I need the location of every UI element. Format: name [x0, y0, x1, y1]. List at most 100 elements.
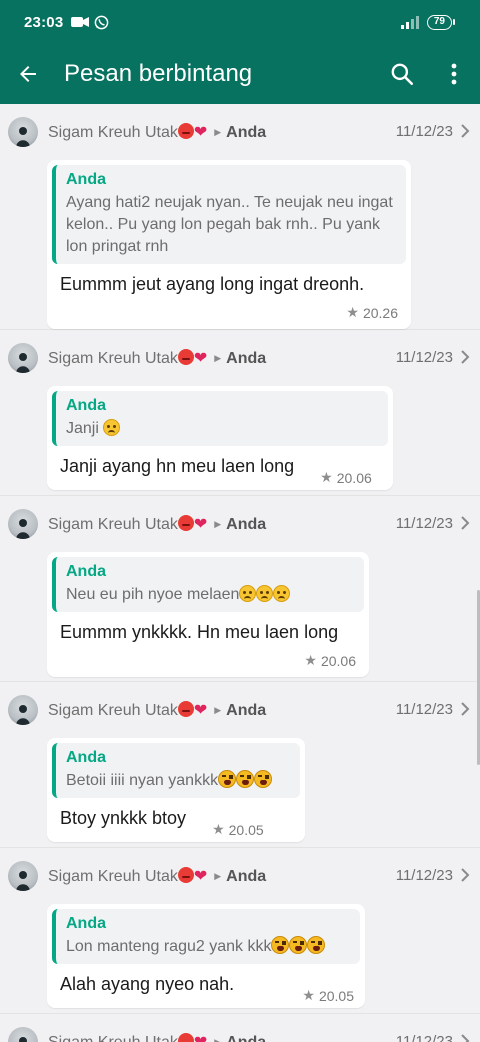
message-header: Sigam Kreuh Utak ❤ ▶ Anda 11/12/23	[0, 1014, 480, 1042]
chevron-right-icon[interactable]	[458, 1032, 472, 1042]
quoted-message[interactable]: Anda Betoii iiii nyan yankkk	[52, 743, 300, 798]
search-icon	[391, 63, 414, 86]
app-bar: Pesan berbintang	[0, 44, 480, 104]
starred-messages-list: Sigam Kreuh Utak ❤ ▶ Anda 11/12/23 Anda Aya…	[0, 104, 480, 1042]
more-options-button[interactable]	[428, 48, 480, 100]
quoted-sender: Anda	[66, 171, 106, 188]
avatar[interactable]	[8, 509, 38, 539]
status-time: 23:03	[24, 13, 64, 31]
chevron-right-icon[interactable]	[458, 866, 472, 884]
red-heart-emoji: ❤	[193, 702, 208, 719]
weary-face-emoji	[307, 936, 326, 954]
message-bubble[interactable]: Anda Lon manteng ragu2 yank kkk Alah aya…	[47, 904, 365, 1008]
recipient-name: Anda	[226, 702, 267, 719]
chevron-right-icon[interactable]	[458, 514, 472, 532]
chevron-right-icon[interactable]	[458, 700, 472, 718]
message-bubble[interactable]: Anda Janji Janji ayang hn meu laen long …	[47, 386, 393, 490]
angry-face-emoji	[177, 123, 194, 139]
message-time: 20.05	[228, 821, 264, 838]
star-icon: ★	[212, 821, 225, 837]
weary-face-emoji	[254, 770, 273, 788]
message-time: 20.06	[320, 652, 356, 669]
recipient-name: Anda	[226, 350, 267, 367]
starred-message-item[interactable]: Sigam Kreuh Utak ❤ ▶ Anda 11/12/23 Anda Jan…	[0, 330, 480, 496]
quoted-text: Lon manteng ragu2 yank kkk	[66, 938, 272, 955]
message-date: 11/12/23	[395, 701, 453, 718]
weary-face-emoji	[218, 770, 237, 788]
quoted-message[interactable]: Anda Ayang hati2 neujak nyan.. Te neujak…	[52, 165, 406, 264]
arrow-right-icon: ▶	[214, 871, 222, 881]
arrow-right-icon: ▶	[214, 519, 222, 529]
arrow-right-icon: ▶	[214, 353, 222, 363]
quoted-sender: Anda	[66, 563, 106, 580]
starred-message-item[interactable]: Sigam Kreuh Utak ❤ ▶ Anda 11/12/23 Anda Lon…	[0, 848, 480, 1014]
quoted-message[interactable]: Anda Neu eu pih nyoe melaen	[52, 557, 364, 612]
back-button[interactable]	[0, 62, 56, 86]
sender-line: Sigam Kreuh Utak ❤ ▶ Anda	[48, 348, 266, 368]
message-text: Eummm ynkkkk. Hn meu laen long	[60, 622, 339, 642]
quoted-sender: Anda	[66, 915, 106, 932]
message-date: 11/12/23	[395, 123, 453, 140]
search-button[interactable]	[376, 48, 428, 100]
avatar[interactable]	[8, 861, 38, 891]
message-bubble[interactable]: Anda Neu eu pih nyoe melaen Eummm ynkkkk…	[47, 552, 369, 677]
quoted-sender: Anda	[66, 749, 106, 766]
recipient-name: Anda	[226, 1034, 266, 1042]
message-meta: ★ 20.06	[304, 652, 356, 669]
starred-message-item[interactable]: Sigam Kreuh Utak ❤ ▶ Anda 11/12/23 Anda Aya…	[0, 104, 480, 330]
chevron-right-icon[interactable]	[458, 122, 472, 140]
quoted-sender: Anda	[66, 397, 106, 414]
sender-name: Sigam Kreuh Utak	[48, 516, 178, 533]
person-silhouette-icon	[19, 1037, 27, 1042]
avatar[interactable]	[8, 343, 38, 373]
arrow-right-icon: ▶	[214, 127, 222, 137]
arrow-right-icon: ▶	[214, 1037, 222, 1042]
chevron-right-icon[interactable]	[458, 348, 472, 366]
red-heart-emoji: ❤	[193, 868, 208, 885]
message-meta: ★ 20.06	[302, 469, 378, 490]
message-date: 11/12/23	[395, 1033, 453, 1042]
weary-face-emoji	[236, 770, 255, 788]
message-bubble[interactable]: Anda Betoii iiii nyan yankkk Btoy ynkkk …	[47, 738, 305, 842]
sender-name: Sigam Kreuh Utak	[48, 350, 178, 367]
quoted-message[interactable]: Anda Lon manteng ragu2 yank kkk	[52, 909, 360, 964]
avatar[interactable]	[8, 695, 38, 725]
angry-face-emoji	[177, 349, 194, 365]
avatar[interactable]	[8, 117, 38, 147]
message-text: Janji ayang hn meu laen long	[60, 456, 295, 476]
avatar[interactable]	[8, 1027, 38, 1042]
message-meta: ★ 20.26	[346, 304, 398, 321]
whatsapp-notification-icon	[95, 15, 109, 29]
quoted-text: Neu eu pih nyoe melaen	[66, 586, 240, 603]
message-time: 20.26	[362, 304, 398, 321]
message-header: Sigam Kreuh Utak ❤ ▶ Anda 11/12/23	[0, 330, 480, 386]
quoted-message[interactable]: Anda Janji	[52, 391, 388, 446]
weary-face-emoji	[289, 936, 308, 954]
message-meta: ★ 20.05	[284, 987, 360, 1008]
starred-message-item[interactable]: Sigam Kreuh Utak ❤ ▶ Anda 11/12/23 Anda Bet…	[0, 682, 480, 848]
angry-face-emoji	[177, 515, 194, 531]
red-heart-emoji: ❤	[193, 516, 208, 533]
message-meta: ★ 20.05	[194, 821, 270, 842]
person-silhouette-icon	[16, 519, 30, 539]
worried-face-emoji	[256, 585, 274, 602]
message-header: Sigam Kreuh Utak ❤ ▶ Anda 11/12/23	[0, 104, 480, 160]
star-icon: ★	[320, 469, 333, 485]
starred-message-item[interactable]: Sigam Kreuh Utak ❤ ▶ Anda 11/12/23 Anda Neu…	[0, 496, 480, 682]
angry-face-emoji	[177, 1033, 194, 1042]
message-header: Sigam Kreuh Utak ❤ ▶ Anda 11/12/23	[0, 848, 480, 904]
starred-message-item[interactable]: Sigam Kreuh Utak ❤ ▶ Anda 11/12/23	[0, 1014, 480, 1042]
red-heart-emoji: ❤	[194, 1034, 207, 1042]
message-time: 20.06	[336, 469, 372, 486]
worried-face-emoji	[273, 585, 291, 602]
signal-icon	[400, 15, 419, 29]
sender-line: Sigam Kreuh Utak ❤ ▶ Anda	[48, 1032, 266, 1042]
recipient-name: Anda	[226, 124, 267, 141]
angry-face-emoji	[177, 701, 194, 717]
message-header: Sigam Kreuh Utak ❤ ▶ Anda 11/12/23	[0, 682, 480, 738]
arrow-right-icon: ▶	[214, 705, 222, 715]
angry-face-emoji	[177, 867, 194, 883]
message-text: Btoy ynkkk btoy	[60, 808, 187, 828]
quoted-text: Ayang hati2 neujak nyan.. Te neujak neu …	[66, 194, 393, 255]
message-bubble[interactable]: Anda Ayang hati2 neujak nyan.. Te neujak…	[47, 160, 411, 329]
